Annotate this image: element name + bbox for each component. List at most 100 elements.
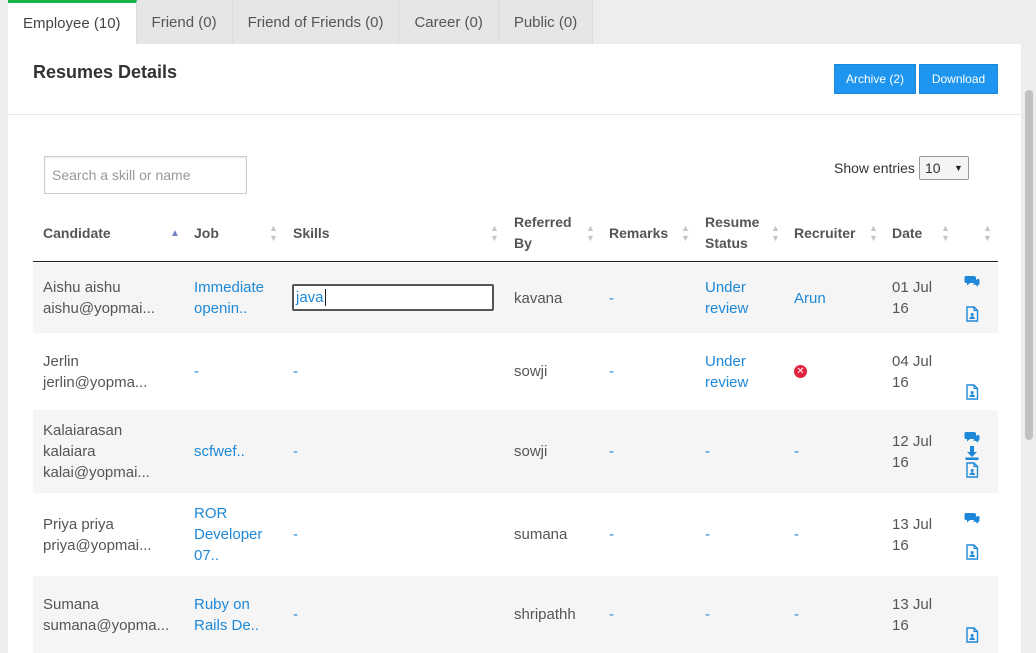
resume-file-icon[interactable] bbox=[964, 462, 980, 478]
tab-public[interactable]: Public (0) bbox=[498, 0, 594, 44]
job-link-line2[interactable]: Developer bbox=[194, 524, 262, 545]
date-cell: 13 Jul 16 bbox=[892, 576, 932, 653]
job-link-line1[interactable]: Immediate bbox=[194, 277, 264, 298]
column-header-date[interactable]: Date bbox=[892, 204, 922, 262]
download-icon[interactable] bbox=[964, 445, 980, 461]
resume-status-cell[interactable]: Under review bbox=[705, 263, 748, 333]
recruiter-link[interactable]: Arun bbox=[794, 263, 826, 333]
tab-career[interactable]: Career (0) bbox=[399, 0, 499, 44]
search-input[interactable] bbox=[44, 156, 247, 194]
date-line2: 16 bbox=[892, 373, 909, 391]
skills-link[interactable]: - bbox=[293, 333, 298, 410]
column-header-skills[interactable]: Skills bbox=[293, 204, 330, 262]
job-cell[interactable]: ROR Developer 07.. bbox=[194, 493, 262, 576]
table-row: Sumana sumana@yopma... Ruby on Rails De.… bbox=[33, 576, 998, 653]
job-link[interactable]: scfwef.. bbox=[194, 410, 245, 493]
referred-by-cell: sowji bbox=[514, 363, 548, 380]
remarks-link[interactable]: - bbox=[609, 493, 614, 576]
job-link-line2[interactable]: openin.. bbox=[194, 298, 264, 319]
column-header-resume-status-line1: Resume bbox=[705, 214, 760, 230]
resume-status-link[interactable]: - bbox=[705, 493, 710, 576]
resume-status-line1[interactable]: Under bbox=[705, 277, 748, 298]
resume-file-icon[interactable] bbox=[964, 544, 980, 560]
job-cell[interactable]: Immediate openin.. bbox=[194, 263, 264, 333]
download-button[interactable]: Download bbox=[919, 64, 998, 94]
table-header: Candidate ▲ Job ▲ ▼ Skills ▲ ▼ Referred By… bbox=[33, 204, 998, 262]
sort-icon[interactable]: ▲ ▼ bbox=[771, 204, 780, 262]
candidate-name-line2: kalaiara bbox=[43, 443, 96, 460]
candidate-cell: Kalaiarasan kalaiara kalai@yopmai... bbox=[43, 410, 150, 493]
column-header-referred-by[interactable]: Referred By bbox=[514, 204, 572, 262]
resume-file-icon[interactable] bbox=[964, 384, 980, 400]
resume-file-icon[interactable] bbox=[964, 306, 980, 322]
resumes-panel: Resumes Details Archive (2) Download Sho… bbox=[8, 44, 1021, 653]
candidate-name: Priya priya bbox=[43, 515, 114, 533]
resume-status-line2[interactable]: review bbox=[705, 298, 748, 319]
skills-edit-input[interactable]: java bbox=[292, 284, 494, 311]
candidate-email: aishu@yopmai... bbox=[43, 300, 155, 317]
archive-button[interactable]: Archive (2) bbox=[834, 64, 916, 94]
job-link-line1[interactable]: Ruby on bbox=[194, 594, 259, 615]
job-link[interactable]: - bbox=[194, 333, 199, 410]
candidate-name: Kalaiarasan bbox=[43, 422, 123, 439]
referred-by-cell: shripathh bbox=[514, 606, 576, 623]
candidate-name: Jerlin bbox=[43, 352, 79, 370]
sort-asc-icon[interactable]: ▲ bbox=[170, 204, 180, 262]
column-header-referred-by-line1: Referred bbox=[514, 214, 572, 230]
column-header-job[interactable]: Job bbox=[194, 204, 219, 262]
remarks-link[interactable]: - bbox=[609, 333, 614, 410]
skills-link[interactable]: - bbox=[293, 576, 298, 653]
show-entries: Show entries 10 ▼ bbox=[834, 156, 969, 180]
resume-file-icon[interactable] bbox=[964, 627, 980, 643]
job-link-line3[interactable]: 07.. bbox=[194, 545, 262, 566]
panel-header: Resumes Details Archive (2) Download bbox=[8, 44, 1021, 115]
remarks-link[interactable]: - bbox=[609, 410, 614, 493]
job-link-line2[interactable]: Rails De.. bbox=[194, 615, 259, 636]
resume-status-link[interactable]: - bbox=[705, 410, 710, 493]
page-scrollbar[interactable] bbox=[1025, 90, 1033, 440]
column-header-remarks-label: Remarks bbox=[609, 224, 669, 241]
sort-icon[interactable]: ▲ ▼ bbox=[490, 204, 499, 262]
column-header-candidate[interactable]: Candidate bbox=[43, 204, 111, 262]
candidate-email: kalai@yopmai... bbox=[43, 464, 150, 481]
sort-icon[interactable]: ▲ ▼ bbox=[269, 204, 278, 262]
show-entries-label: Show entries bbox=[834, 160, 915, 176]
candidate-name: Sumana bbox=[43, 595, 99, 613]
remove-circle-icon[interactable]: ✕ bbox=[794, 365, 807, 378]
entries-select[interactable]: 10 ▼ bbox=[918, 156, 969, 180]
resume-status-link[interactable]: - bbox=[705, 576, 710, 653]
date-line2: 16 bbox=[892, 616, 909, 634]
recruiter-link[interactable]: - bbox=[794, 410, 799, 493]
job-link-line1[interactable]: ROR bbox=[194, 503, 262, 524]
comment-icon[interactable] bbox=[964, 429, 980, 445]
remarks-link[interactable]: - bbox=[609, 263, 614, 333]
sort-icon[interactable]: ▲ ▼ bbox=[941, 204, 950, 262]
column-header-resume-status[interactable]: Resume Status bbox=[705, 204, 759, 262]
comment-icon[interactable] bbox=[964, 510, 980, 526]
resume-status-line2[interactable]: review bbox=[705, 372, 748, 393]
recruiter-cell: ✕ bbox=[794, 333, 807, 410]
resume-status-cell[interactable]: Under review bbox=[705, 333, 748, 410]
candidate-cell: Jerlin jerlin@yopma... bbox=[43, 333, 147, 410]
date-cell: 12 Jul 16 bbox=[892, 410, 932, 493]
sort-icon[interactable]: ▲ ▼ bbox=[586, 204, 595, 262]
tab-friend[interactable]: Friend (0) bbox=[136, 0, 233, 44]
date-cell: 01 Jul 16 bbox=[892, 263, 932, 333]
sort-icon[interactable]: ▲ ▼ bbox=[983, 204, 992, 262]
resume-status-line1[interactable]: Under bbox=[705, 351, 748, 372]
column-header-remarks[interactable]: Remarks bbox=[609, 204, 668, 262]
sort-icon[interactable]: ▲ ▼ bbox=[681, 204, 690, 262]
comment-icon[interactable] bbox=[964, 273, 980, 289]
skills-link[interactable]: - bbox=[293, 410, 298, 493]
remarks-link[interactable]: - bbox=[609, 576, 614, 653]
tab-friend-of-friends[interactable]: Friend of Friends (0) bbox=[232, 0, 400, 44]
recruiter-link[interactable]: - bbox=[794, 493, 799, 576]
column-header-recruiter[interactable]: Recruiter bbox=[794, 204, 855, 262]
recruiter-link[interactable]: - bbox=[794, 576, 799, 653]
skills-link[interactable]: - bbox=[293, 493, 298, 576]
candidate-email: jerlin@yopma... bbox=[43, 373, 148, 391]
tab-bar: Employee (10) Friend (0) Friend of Frien… bbox=[8, 0, 594, 44]
job-cell[interactable]: Ruby on Rails De.. bbox=[194, 576, 259, 653]
tab-employee[interactable]: Employee (10) bbox=[8, 0, 137, 44]
sort-icon[interactable]: ▲ ▼ bbox=[869, 204, 878, 262]
